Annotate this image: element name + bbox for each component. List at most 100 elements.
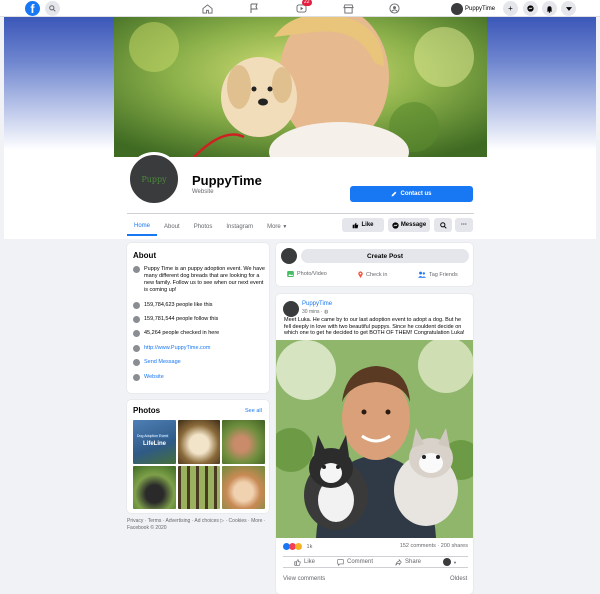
profile-picture-text: Puppy [141, 174, 167, 184]
website-link[interactable]: Website [144, 374, 164, 381]
pages-nav[interactable] [247, 2, 261, 15]
messenger-button[interactable] [523, 1, 538, 16]
likes-count: 159,784,623 people like this [144, 302, 213, 308]
photo-thumbnail[interactable] [222, 465, 265, 509]
messenger-icon [527, 5, 534, 12]
comment-sort-selector[interactable]: Oldest [450, 576, 467, 582]
post-photo[interactable] [276, 340, 473, 538]
thumbs-up-icon [294, 558, 301, 566]
contact-us-label: Contact us [400, 191, 432, 197]
share-icon [395, 558, 402, 565]
send-message-link[interactable]: Send Message [144, 359, 181, 366]
post-timestamp[interactable]: 30 mins · ◍ [302, 309, 328, 315]
message-button[interactable]: Message [388, 218, 430, 232]
photo-thumbnail[interactable] [133, 465, 176, 509]
photo-grid: Dog Adoption Event LifeLine [133, 420, 265, 509]
about-title: About [133, 251, 157, 260]
tab-home[interactable]: Home [127, 218, 158, 236]
reaction-count[interactable]: 1k [307, 544, 313, 550]
follows-count: 159,781,544 people follow this [144, 316, 219, 322]
tab-about[interactable]: About [157, 218, 187, 236]
like-page-button[interactable]: Like [342, 218, 384, 232]
tag-friends-button[interactable]: Tag Friends [418, 271, 458, 278]
checkins-count: 45,264 people checked in here [144, 330, 220, 336]
messenger-icon [133, 359, 140, 366]
tab-more-label: More [267, 224, 281, 230]
page-category: Website [192, 189, 214, 195]
page-tabs: Home About Photos Instagram More ▼ [127, 218, 294, 238]
chevron-down-icon: ▼ [282, 224, 288, 230]
check-in-button[interactable]: Check in [358, 271, 387, 278]
photos-title: Photos [133, 406, 161, 415]
comment-label: Comment [346, 559, 373, 565]
ellipsis-icon: ··· [461, 222, 467, 228]
share-button[interactable]: Share [395, 558, 421, 566]
search-button[interactable] [45, 1, 60, 16]
chevron-down-icon: ▼ [452, 559, 457, 565]
marketplace-nav[interactable] [341, 2, 355, 15]
photo-thumbnail[interactable] [222, 420, 265, 464]
avatar [442, 558, 451, 566]
create-button[interactable]: + [503, 1, 518, 16]
account-menu-button[interactable] [561, 1, 576, 16]
tab-instagram[interactable]: Instagram [219, 218, 260, 236]
bell-icon [546, 5, 553, 13]
website-url-link[interactable]: http://www.PuppyTime.com [144, 345, 210, 352]
post-photo-illustration [276, 340, 473, 538]
website-icon [133, 374, 140, 381]
tag-friends-label: Tag Friends [429, 271, 458, 278]
post-body: Meet Luka. He came by to our last adopti… [284, 317, 465, 336]
search-icon [439, 221, 447, 229]
footer-links[interactable]: Privacy · Terms · Advertising · Ad choic… [127, 518, 269, 532]
location-pin-icon [358, 271, 363, 278]
photo-caption: Dog Adoption Event [136, 434, 169, 438]
haha-reaction-icon [295, 543, 302, 550]
reaction-icons[interactable] [283, 543, 302, 550]
photo-thumbnail[interactable]: Dog Adoption Event LifeLine [133, 420, 176, 464]
notification-badge: 22 [302, 0, 312, 6]
url-row: http://www.PuppyTime.com [133, 345, 265, 352]
page-title: PuppyTime [192, 173, 262, 188]
home-nav[interactable] [200, 2, 214, 15]
watch-nav[interactable]: 22 [294, 0, 312, 15]
comment-button[interactable]: Comment [337, 558, 373, 566]
share-as-selector[interactable]: ▼ [442, 558, 457, 566]
like-page-label: Like [361, 222, 374, 228]
create-post-button[interactable]: Create Post [301, 249, 469, 263]
profile-shortcut[interactable]: PuppyTime [451, 1, 495, 16]
like-post-button[interactable]: Like [294, 558, 315, 566]
groups-icon [388, 3, 400, 14]
see-all-photos-link[interactable]: See all [245, 408, 262, 414]
facebook-logo[interactable]: f [25, 1, 40, 16]
globe-icon: ◍ [323, 309, 329, 315]
notifications-button[interactable] [542, 1, 557, 16]
post-time-text: 30 mins [302, 309, 320, 315]
view-comments-link[interactable]: View comments [283, 576, 325, 582]
send-message-row: Send Message [133, 359, 265, 366]
page-search-button[interactable] [434, 218, 452, 232]
cover-photo[interactable] [114, 17, 487, 157]
likes-row: 159,784,623 people like this [133, 302, 265, 309]
comments-shares-count[interactable]: 152 comments · 200 shares [400, 543, 468, 549]
post-author-link[interactable]: PuppyTime [302, 301, 332, 307]
photo-subcaption: LifeLine [143, 441, 167, 447]
groups-nav[interactable] [387, 2, 401, 15]
avatar [281, 248, 297, 264]
photo-video-label: Photo/Video [297, 271, 327, 277]
tab-photos[interactable]: Photos [187, 218, 220, 236]
top-navigation-bar: f 22 PuppyTime + [0, 0, 600, 17]
cover-photo-illustration [114, 17, 487, 157]
like-post-label: Like [303, 559, 315, 565]
more-options-button[interactable]: ··· [455, 218, 473, 232]
contact-us-button[interactable]: Contact us [350, 186, 473, 202]
avatar[interactable] [283, 301, 299, 317]
photo-thumbnail[interactable] [177, 465, 221, 509]
message-label: Message [400, 222, 427, 228]
photo-thumbnail[interactable] [177, 420, 221, 464]
search-icon [49, 5, 56, 12]
tab-more[interactable]: More ▼ [260, 218, 294, 236]
home-icon [202, 3, 212, 14]
post-reactions-row: 1k 152 comments · 200 shares [283, 543, 468, 550]
page-profile-picture[interactable]: Puppy [127, 152, 181, 206]
photo-video-button[interactable]: Photo/Video [287, 271, 327, 277]
